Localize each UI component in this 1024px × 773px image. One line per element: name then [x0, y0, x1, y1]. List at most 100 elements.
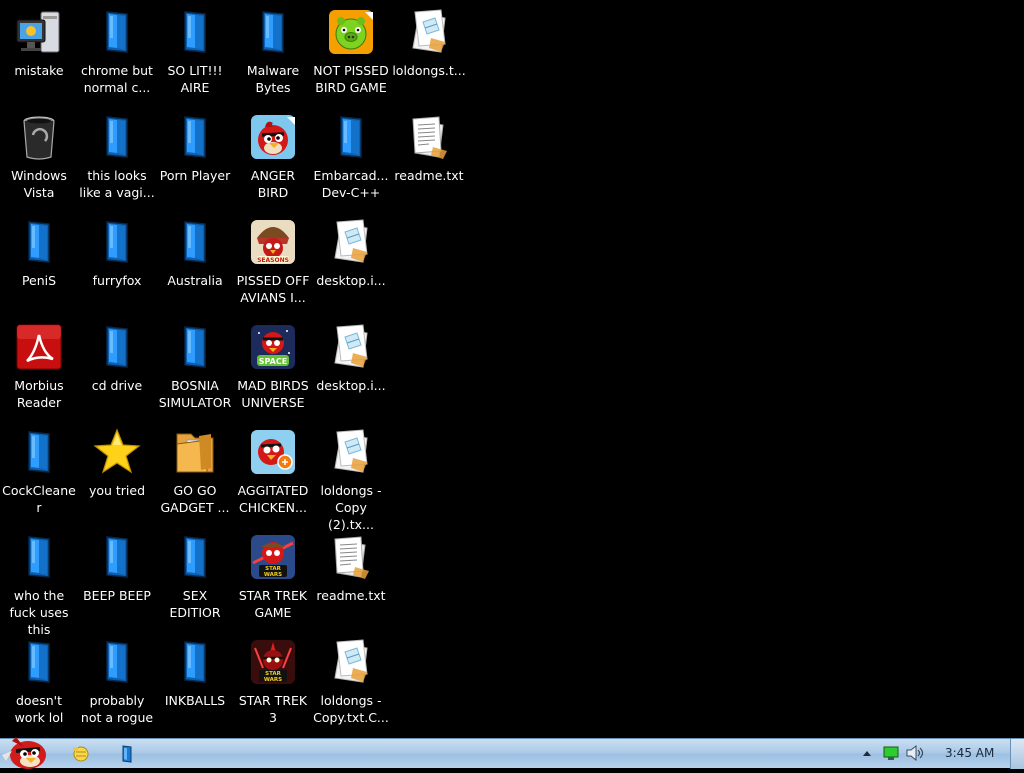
text-file-icon: [405, 8, 453, 56]
show-hidden-icons-arrow: [863, 751, 871, 756]
desktop-icon-label: Malware Bytes: [246, 63, 300, 95]
green-pig-icon: [327, 8, 375, 56]
document-icon: [327, 533, 375, 581]
desktop-icon-label: loldongs - Copy.txt.C...: [313, 693, 389, 725]
desktop: mistake Windows Vista PeniS Morbius Read…: [0, 0, 1024, 738]
blue-app-icon: [93, 218, 141, 266]
desktop-icon[interactable]: CockCleaner: [0, 424, 78, 529]
blue-app-icon: [15, 638, 63, 686]
desktop-icon-label: BEEP BEEP: [83, 588, 151, 603]
taskbar-explorer-button[interactable]: [68, 743, 94, 765]
blue-app-icon: [93, 323, 141, 371]
desktop-icon[interactable]: probably not a rogue: [78, 634, 156, 739]
desktop-icon[interactable]: furryfox: [78, 214, 156, 319]
blue-app-icon: [15, 428, 63, 476]
show-desktop-button[interactable]: [1010, 739, 1024, 769]
blue-app-icon: [171, 533, 219, 581]
desktop-icon[interactable]: Porn Player: [156, 109, 234, 214]
desktop-icon[interactable]: this looks like a vagi...: [78, 109, 156, 214]
blue-app-icon: [327, 113, 375, 161]
desktop-icon[interactable]: you tried: [78, 424, 156, 529]
angry-bird-start-orb-icon: [2, 737, 46, 769]
desktop-icon-label: AGGITATED CHICKEN...: [237, 483, 309, 515]
show-hidden-icons-button[interactable]: [862, 745, 872, 765]
blue-app-icon: [15, 218, 63, 266]
desktop-icon-label: Windows Vista: [11, 168, 67, 200]
desktop-icon-label: this looks like a vagi...: [79, 168, 155, 200]
blue-app-icon: [93, 533, 141, 581]
desktop-icon[interactable]: readme.txt: [390, 109, 468, 214]
desktop-icon[interactable]: ANGER BIRD: [234, 109, 312, 214]
desktop-icon-label: loldongs.t...: [392, 63, 466, 78]
angry-birds-space-icon: SPACE: [249, 323, 297, 371]
desktop-icon[interactable]: INKBALLS: [156, 634, 234, 739]
desktop-icon-label: cd drive: [91, 378, 143, 393]
desktop-icon[interactable]: Malware Bytes: [234, 4, 312, 109]
blue-app-icon: [15, 533, 63, 581]
angry-birds-star-wars-icon: STAR WARS: [249, 533, 297, 581]
desktop-icon-label: GO GO GADGET ...: [160, 483, 230, 515]
blue-app-icon: [122, 745, 132, 763]
desktop-icon[interactable]: doesn't work lol: [0, 634, 78, 739]
desktop-icon-label: who the fuck uses this: [9, 588, 69, 637]
svg-text:SPACE: SPACE: [259, 357, 287, 366]
desktop-icon[interactable]: SEX EDITIOR: [156, 529, 234, 634]
desktop-icon[interactable]: who the fuck uses this: [0, 529, 78, 637]
desktop-icon-label: doesn't work lol: [14, 693, 64, 725]
desktop-icon[interactable]: PeniS: [0, 214, 78, 319]
desktop-icon-label: CockCleaner: [2, 483, 76, 515]
desktop-icon[interactable]: desktop.i...: [312, 214, 390, 319]
desktop-icon-label: mistake: [14, 63, 64, 78]
clock[interactable]: 3:45 AM: [945, 746, 994, 760]
desktop-icon[interactable]: GO GO GADGET ...: [156, 424, 234, 529]
desktop-icon[interactable]: NOT PISSED BIRD GAME: [312, 4, 390, 109]
taskbar: 3:45 AM: [0, 737, 1024, 769]
taskbar-app-button[interactable]: [114, 743, 140, 765]
angry-bird-chicken-icon: [249, 428, 297, 476]
angry-bird-red-icon: [249, 113, 297, 161]
desktop-icon[interactable]: AGGITATED CHICKEN...: [234, 424, 312, 529]
pdf-reader-icon: [15, 323, 63, 371]
desktop-icon[interactable]: loldongs.t...: [390, 4, 468, 109]
desktop-icon-label: readme.txt: [316, 588, 386, 603]
desktop-icon-label: readme.txt: [394, 168, 464, 183]
desktop-icon[interactable]: BEEP BEEP: [78, 529, 156, 634]
svg-text:WARS: WARS: [264, 572, 282, 578]
desktop-icon[interactable]: desktop.i...: [312, 319, 390, 424]
desktop-icon[interactable]: SEASONS PISSED OFF AVIANS I...: [234, 214, 312, 319]
desktop-icon[interactable]: STAR WARS STAR TREK 3: [234, 634, 312, 739]
desktop-icon[interactable]: STAR WARS STAR TREK GAME: [234, 529, 312, 634]
desktop-icon[interactable]: SPACE MAD BIRDS UNIVERSE: [234, 319, 312, 424]
blue-app-icon: [93, 113, 141, 161]
desktop-icon[interactable]: readme.txt: [312, 529, 390, 634]
network-tray-button[interactable]: [882, 745, 900, 765]
desktop-icon[interactable]: loldongs - Copy (2).tx...: [312, 424, 390, 532]
star-icon: [93, 428, 141, 476]
folder-icon: [171, 428, 219, 476]
desktop-icon[interactable]: mistake: [0, 4, 78, 109]
desktop-icon[interactable]: SO LIT!!! AIRE: [156, 4, 234, 109]
desktop-icon-label: SO LIT!!! AIRE: [167, 63, 223, 95]
blue-app-icon: [171, 218, 219, 266]
desktop-icon[interactable]: Australia: [156, 214, 234, 319]
desktop-icon-label: loldongs - Copy (2).tx...: [320, 483, 382, 532]
document-icon: [405, 113, 453, 161]
start-button[interactable]: [2, 733, 50, 769]
desktop-icon-label: Morbius Reader: [14, 378, 64, 410]
desktop-icon-label: desktop.i...: [316, 378, 386, 393]
desktop-icon[interactable]: loldongs - Copy.txt.C...: [312, 634, 390, 739]
desktop-icon[interactable]: chrome but normal c...: [78, 4, 156, 109]
network-icon: [883, 746, 899, 760]
desktop-icon[interactable]: BOSNIA SIMULATOR: [156, 319, 234, 424]
blue-app-icon: [93, 638, 141, 686]
desktop-icon[interactable]: Morbius Reader: [0, 319, 78, 424]
desktop-icon-label: PeniS: [21, 273, 57, 288]
svg-text:WARS: WARS: [264, 677, 282, 683]
desktop-icon-label: ANGER BIRD: [250, 168, 296, 200]
desktop-icon[interactable]: cd drive: [78, 319, 156, 424]
desktop-icon[interactable]: Embarcad... Dev-C++: [312, 109, 390, 214]
text-file-icon: [327, 323, 375, 371]
volume-tray-button[interactable]: [905, 744, 925, 765]
desktop-icon-label: BOSNIA SIMULATOR: [158, 378, 232, 410]
desktop-icon[interactable]: Windows Vista: [0, 109, 78, 214]
